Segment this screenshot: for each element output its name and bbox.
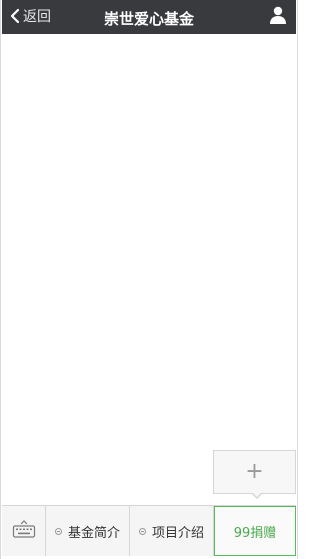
donate-label: 99捐赠 bbox=[233, 525, 277, 541]
menu-item-label: 项目介绍 bbox=[151, 525, 204, 541]
add-popup[interactable]: + bbox=[213, 450, 296, 494]
user-icon bbox=[268, 6, 288, 29]
bottom-menu-bar: 基金简介 项目介绍 99捐赠 bbox=[2, 505, 296, 556]
frame-gap-right bbox=[298, 0, 300, 559]
header-bar: 返回 崇世爱心基金 bbox=[2, 0, 296, 34]
content-area bbox=[2, 34, 296, 506]
menu-item-fund-intro[interactable]: 基金简介 bbox=[46, 506, 130, 556]
keyboard-toggle-button[interactable] bbox=[2, 506, 46, 556]
popup-arrow-inner bbox=[252, 492, 262, 497]
back-label: 返回 bbox=[23, 9, 51, 25]
frame-border-left bbox=[0, 0, 1, 559]
menu-item-label: 基金简介 bbox=[67, 525, 120, 541]
plus-icon: + bbox=[245, 459, 264, 484]
chevron-left-icon bbox=[10, 8, 20, 24]
menu-dot-icon bbox=[138, 527, 146, 535]
donate-button[interactable]: 99捐赠 bbox=[214, 506, 296, 556]
menu-dot-icon bbox=[54, 527, 62, 535]
keyboard-icon bbox=[12, 520, 36, 542]
back-button[interactable]: 返回 bbox=[10, 4, 51, 28]
menu-item-project-intro[interactable]: 项目介绍 bbox=[130, 506, 214, 556]
user-button[interactable] bbox=[268, 5, 288, 25]
